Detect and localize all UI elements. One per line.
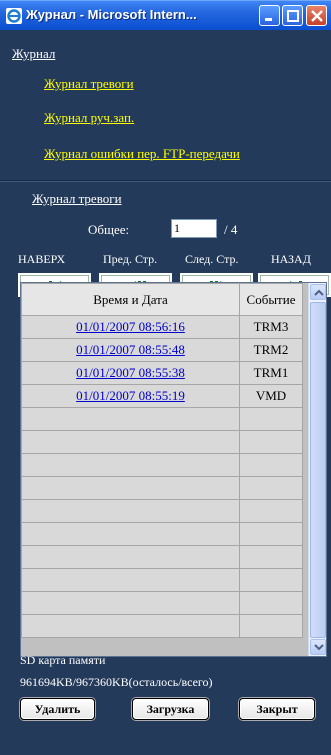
close-button[interactable]: Закрыт xyxy=(239,698,315,720)
internet-explorer-icon xyxy=(6,8,22,24)
table-row: 01/01/2007 08:55:48 TRM2 xyxy=(21,338,303,362)
last-page-label: НАЗАД xyxy=(271,252,311,266)
empty-row xyxy=(21,568,303,592)
close-window-button[interactable] xyxy=(306,5,327,26)
datetime-link[interactable]: 01/01/2007 08:55:48 xyxy=(76,342,185,357)
prev-page-label: Пред. Стр. xyxy=(103,252,158,266)
event-cell: VMD xyxy=(239,384,303,408)
event-cell: TRM1 xyxy=(239,361,303,385)
empty-row xyxy=(21,499,303,523)
datetime-link[interactable]: 01/01/2007 08:55:19 xyxy=(76,388,185,403)
scroll-down-icon xyxy=(314,644,324,651)
manual-rec-log-link[interactable]: Журнал руч.зап. xyxy=(44,110,134,126)
first-page-label: НАВЕРХ xyxy=(18,252,66,266)
vertical-scrollbar[interactable] xyxy=(308,283,326,656)
table-row: 01/01/2007 08:55:19 VMD xyxy=(21,384,303,408)
empty-row xyxy=(21,522,303,546)
datetime-header: Время и Дата xyxy=(21,283,240,316)
table-row: 01/01/2007 08:56:16 TRM3 xyxy=(21,315,303,339)
empty-row xyxy=(21,407,303,431)
empty-row xyxy=(21,614,303,638)
ftp-error-log-link[interactable]: Журнал ошибки пер. FTP-передачи xyxy=(44,146,240,162)
event-cell: TRM2 xyxy=(239,338,303,362)
scroll-thumb[interactable] xyxy=(310,302,326,638)
sd-card-label: SD карта памяти xyxy=(20,653,106,667)
log-table: Время и Дата Событие 01/01/2007 08:56:16… xyxy=(21,283,303,638)
maximize-button[interactable] xyxy=(282,5,303,26)
minimize-icon xyxy=(265,18,272,21)
next-page-label: След. Стр. xyxy=(185,252,239,266)
download-button[interactable]: Загрузка xyxy=(132,698,209,720)
page-content: Журнал Журнал тревоги Журнал руч.зап. Жу… xyxy=(0,30,331,755)
subsection-title: Журнал тревоги xyxy=(32,191,122,206)
empty-row xyxy=(21,591,303,615)
title-bar[interactable]: Журнал - Microsoft Intern... xyxy=(0,0,331,30)
empty-row xyxy=(21,545,303,569)
delete-button[interactable]: Удалить xyxy=(20,698,95,720)
empty-row xyxy=(21,476,303,500)
log-table-container[interactable]: Время и Дата Событие 01/01/2007 08:56:16… xyxy=(20,282,327,657)
close-icon xyxy=(311,10,323,22)
scroll-up-icon xyxy=(314,289,324,296)
empty-row xyxy=(21,453,303,477)
event-cell: TRM3 xyxy=(239,315,303,339)
datetime-link[interactable]: 01/01/2007 08:55:38 xyxy=(76,365,185,380)
window-title: Журнал - Microsoft Intern... xyxy=(26,7,197,22)
datetime-link[interactable]: 01/01/2007 08:56:16 xyxy=(76,319,185,334)
minimize-button[interactable] xyxy=(259,5,280,26)
event-header: Событие xyxy=(239,283,303,316)
alarm-log-link[interactable]: Журнал тревоги xyxy=(44,76,134,92)
table-row: 01/01/2007 08:55:38 TRM1 xyxy=(21,361,303,385)
sd-card-usage: 961694KB/967360KB(осталось/всего) xyxy=(20,675,213,689)
scroll-up-button[interactable] xyxy=(310,284,326,300)
total-label: Общее: xyxy=(88,222,130,237)
page-number-input[interactable] xyxy=(171,219,217,238)
empty-row xyxy=(21,430,303,454)
scroll-down-button[interactable] xyxy=(310,639,326,655)
section-title[interactable]: Журнал xyxy=(12,46,55,62)
maximize-icon xyxy=(287,10,299,22)
divider xyxy=(0,180,331,182)
page-total: / 4 xyxy=(224,222,238,237)
